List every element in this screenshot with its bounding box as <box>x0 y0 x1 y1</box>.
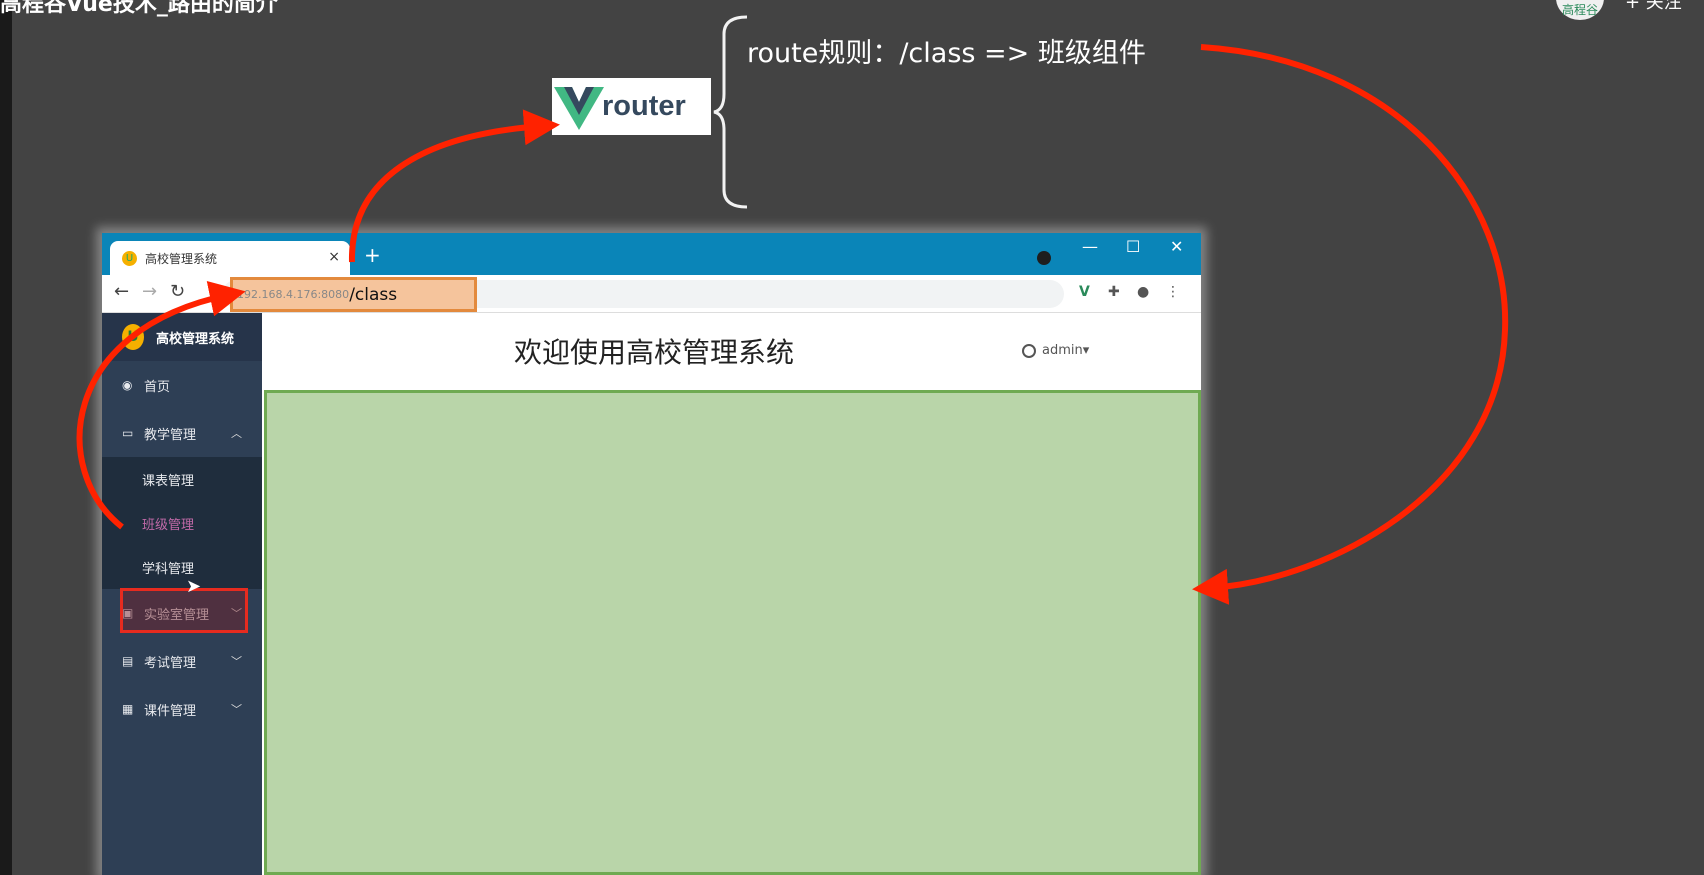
extensions-icon[interactable]: ✚ <box>1108 284 1120 300</box>
tab-strip: U 高校管理系统 × + — ☐ ✕ <box>102 233 1201 275</box>
tab-search-icon[interactable] <box>1037 251 1051 265</box>
sidebar-item-label: 教学管理 <box>144 427 197 443</box>
tab-title: 高校管理系统 <box>145 251 218 266</box>
profile-icon[interactable]: ● <box>1137 284 1149 300</box>
favicon-icon: U <box>122 250 137 266</box>
caret-down-icon: ▾ <box>1082 343 1090 358</box>
route-rule-text: route规则：/class => 班级组件 <box>747 38 1146 69</box>
arrow-rule-to-component <box>1192 44 1509 605</box>
sidebar-item-subject[interactable]: 学科管理 <box>102 545 262 589</box>
forward-icon[interactable]: → <box>142 281 157 302</box>
sidebar-item-label: 考试管理 <box>144 655 197 671</box>
chevron-up-icon: ︿ <box>231 427 242 440</box>
sidebar-item-course[interactable]: ▦ 课件管理 ﹀ <box>102 685 262 733</box>
maximize-button[interactable]: ☐ <box>1126 237 1140 256</box>
sidebar-item-home[interactable]: ◉ 首页 <box>102 361 262 409</box>
teaching-submenu: 课表管理 班级管理 学科管理 <box>102 457 262 589</box>
sidebar-item-teaching[interactable]: ▭ 教学管理 ︿ <box>102 409 262 457</box>
video-title: 高程谷Vue技术_路由的简介 <box>0 0 278 17</box>
brace-icon <box>713 15 748 209</box>
url-path: /class <box>349 284 398 305</box>
user-icon <box>1022 343 1036 358</box>
url-field[interactable]: 192.168.4.176:8080 /class <box>230 277 477 312</box>
user-menu[interactable]: admin ▾ <box>1022 343 1089 358</box>
sidebar-item-class[interactable]: 班级管理 <box>102 501 262 545</box>
url-host: 192.168.4.176:8080 <box>237 288 350 301</box>
sidebar: U 高校管理系统 ◉ 首页 ▭ 教学管理 ︿ 课表管理 班级管理 学科管理 ▣ … <box>102 313 262 875</box>
address-bar: ← → ↻ 192.168.4.176:8080 /class V ✚ ● ⋮ <box>102 275 1201 313</box>
menu-icon[interactable]: ⋮ <box>1166 284 1180 300</box>
main-header: 欢迎使用高校管理系统 admin ▾ <box>262 313 1201 387</box>
browser-tab[interactable]: U 高校管理系统 × <box>110 241 350 275</box>
sidebar-brand: U 高校管理系统 <box>102 313 262 361</box>
brand-logo-icon: U <box>122 324 144 350</box>
vue-devtools-icon[interactable]: V <box>1079 284 1090 300</box>
sidebar-item-label: 首页 <box>144 379 171 395</box>
reload-icon[interactable]: ↻ <box>170 281 185 302</box>
router-text: router <box>602 90 686 122</box>
mouse-cursor-icon: ➤ <box>186 576 202 597</box>
page-title: 欢迎使用高校管理系统 <box>514 336 795 369</box>
browser-window: U 高校管理系统 × + — ☐ ✕ ← → ↻ 192.168.4.176:8… <box>102 233 1201 875</box>
new-tab-button[interactable]: + <box>364 243 381 267</box>
class-component-area <box>264 390 1201 875</box>
screen-left-edge <box>0 0 12 875</box>
vue-router-logo: router <box>552 78 711 135</box>
vue-logo-icon <box>554 86 604 130</box>
dashboard-icon: ◉ <box>122 378 133 392</box>
back-icon[interactable]: ← <box>114 281 129 302</box>
avatar[interactable]: 高程谷 <box>1556 0 1604 20</box>
username: admin <box>1042 343 1083 358</box>
tab-close-icon[interactable]: × <box>328 249 340 265</box>
chevron-down-icon: ﹀ <box>231 655 242 668</box>
document-icon: ▦ <box>122 702 134 716</box>
sidebar-item-exam[interactable]: ▤ 考试管理 ﹀ <box>102 637 262 685</box>
sidebar-item-schedule[interactable]: 课表管理 <box>102 457 262 501</box>
chevron-down-icon: ﹀ <box>231 703 242 716</box>
sidebar-item-label: 课件管理 <box>144 703 197 719</box>
minimize-button[interactable]: — <box>1082 237 1098 256</box>
close-window-button[interactable]: ✕ <box>1170 237 1183 256</box>
follow-button[interactable]: + 关注 <box>1625 0 1682 14</box>
monitor-icon: ▭ <box>122 426 134 440</box>
active-menu-highlight <box>120 588 248 633</box>
brand-title: 高校管理系统 <box>156 331 235 347</box>
exam-icon: ▤ <box>122 654 134 668</box>
